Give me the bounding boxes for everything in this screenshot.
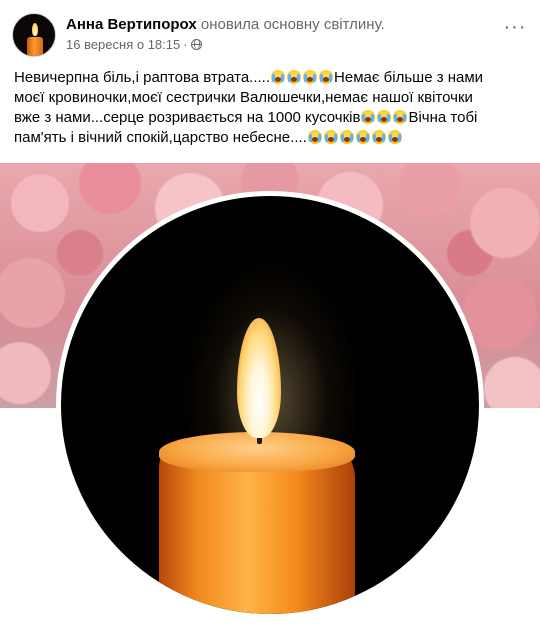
post-text-segment: вже з нами...серце розривається на 1000 … (14, 109, 361, 126)
globe-icon[interactable] (190, 39, 202, 50)
crying-face-emoji-icon (377, 110, 392, 124)
author-name-link[interactable]: Анна Вертипорох (66, 16, 197, 33)
post-text-line-1: Невичерпна біль,і раптова втрата..... Нем… (14, 68, 534, 88)
post-action-text: оновила основну світлину. (200, 16, 385, 33)
post-header: Анна Вертипорох оновила основну світлину… (0, 0, 540, 62)
post-text-line-2: моєї кровиночки,моєї сестрички Валюшечки… (14, 88, 534, 108)
avatar-candle-flame (32, 23, 38, 36)
more-options-button[interactable]: ··· (500, 17, 530, 44)
post-text-segment: Невичерпна біль,і раптова втрата..... (14, 69, 271, 86)
author-avatar[interactable] (12, 13, 56, 57)
post-text-segment: пам'ять і вічний спокій,царство небесне.… (14, 129, 307, 146)
crying-face-emoji-icon (323, 130, 338, 144)
post-text-line-3: вже з нами...серце розривається на 1000 … (14, 108, 534, 128)
post-timestamp-link[interactable]: 16 вересня о 18:15 (66, 37, 180, 52)
emoji-group (270, 68, 334, 88)
post-text-segment: Вічна тобі (408, 109, 478, 126)
post-body-text: Невичерпна біль,і раптова втрата..... Нем… (14, 68, 534, 148)
crying-face-emoji-icon (271, 70, 286, 84)
crying-face-emoji-icon (303, 70, 318, 84)
meta-separator: · (183, 37, 188, 52)
crying-face-emoji-icon (393, 110, 408, 124)
crying-face-emoji-icon (319, 70, 334, 84)
post-text-segment: моєї кровиночки,моєї сестрички Валюшечки… (14, 89, 473, 106)
crying-face-emoji-icon (371, 130, 386, 144)
emoji-group (307, 128, 403, 148)
crying-face-emoji-icon (355, 130, 370, 144)
candle-profile-picture (56, 191, 484, 619)
post-text-line-4: пам'ять і вічний спокій,царство небесне.… (14, 128, 534, 148)
post-text-segment: Немає більше з нами (334, 69, 484, 86)
crying-face-emoji-icon (287, 70, 302, 84)
emoji-group (360, 108, 408, 128)
author-line: Анна Вертипорох оновила основну світлину… (66, 15, 385, 34)
crying-face-emoji-icon (307, 130, 322, 144)
crying-face-emoji-icon (339, 130, 354, 144)
post-meta: 16 вересня о 18:15 · (66, 37, 202, 53)
post-photo[interactable] (0, 163, 540, 633)
crying-face-emoji-icon (387, 130, 402, 144)
avatar-candle-wax (27, 37, 43, 56)
more-options-icon: ··· (503, 16, 527, 38)
crying-face-emoji-icon (361, 110, 376, 124)
